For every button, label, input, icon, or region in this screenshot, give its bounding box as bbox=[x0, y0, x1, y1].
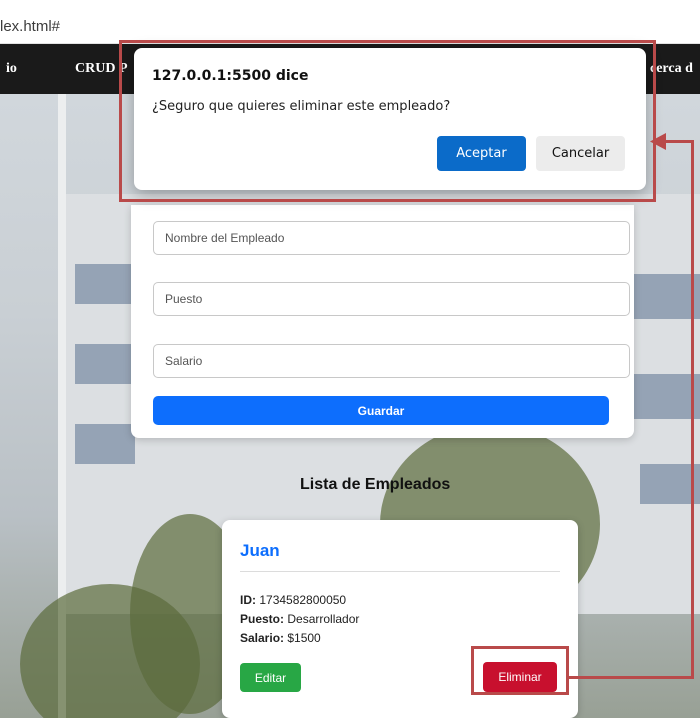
building-window bbox=[75, 264, 135, 304]
connector-arrow-icon bbox=[650, 133, 666, 150]
employee-id: ID: 1734582800050 bbox=[240, 593, 346, 607]
employee-id-label: ID: bbox=[240, 593, 256, 607]
building-window bbox=[75, 344, 135, 384]
employee-list-title: Lista de Empleados bbox=[300, 476, 451, 493]
divider bbox=[240, 571, 560, 572]
address-bar[interactable]: lex.html# bbox=[0, 0, 700, 44]
building-window bbox=[632, 274, 700, 319]
dialog-highlight-box bbox=[119, 40, 656, 202]
employee-id-value: 1734582800050 bbox=[259, 593, 347, 607]
building-window bbox=[75, 424, 135, 464]
building-window bbox=[632, 374, 700, 419]
employee-position-value: Desarrollador bbox=[287, 612, 360, 626]
employee-position-input[interactable] bbox=[153, 282, 630, 316]
url-text[interactable]: lex.html# bbox=[0, 18, 60, 35]
employee-position-label: Puesto: bbox=[240, 612, 285, 626]
employee-form: Guardar bbox=[131, 205, 634, 438]
delete-highlight-box bbox=[471, 646, 569, 695]
employee-name-input[interactable] bbox=[153, 221, 630, 255]
connector-line-vertical bbox=[691, 140, 694, 679]
save-button[interactable]: Guardar bbox=[153, 396, 609, 425]
employee-salary-label: Salario: bbox=[240, 631, 285, 645]
employee-salary-input[interactable] bbox=[153, 344, 630, 378]
connector-line-bottom bbox=[569, 676, 694, 679]
nav-item-acerca[interactable]: cerca d bbox=[650, 61, 693, 77]
employee-name: Juan bbox=[240, 541, 280, 560]
employee-position: Puesto: Desarrollador bbox=[240, 612, 359, 626]
nav-item-inicio[interactable]: io bbox=[6, 61, 17, 77]
employee-salary-value: $1500 bbox=[287, 631, 321, 645]
employee-salary: Salario: $1500 bbox=[240, 631, 321, 645]
edit-button[interactable]: Editar bbox=[240, 663, 301, 692]
connector-line-top bbox=[662, 140, 694, 143]
